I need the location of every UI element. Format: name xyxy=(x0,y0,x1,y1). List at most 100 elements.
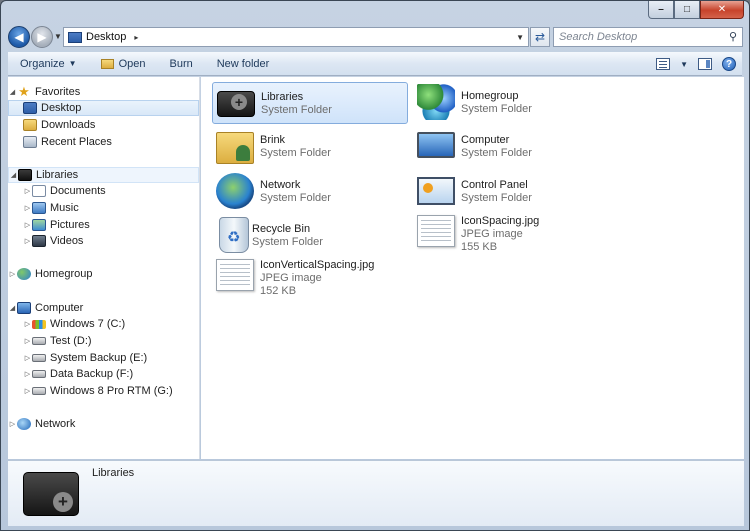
item-libraries[interactable]: Libraries System Folder xyxy=(212,82,408,124)
computer-icon xyxy=(17,302,31,314)
item-name: Recycle Bin xyxy=(252,223,311,235)
nav-computer-label: Computer xyxy=(35,302,84,314)
favorites-star-icon: ★ xyxy=(18,84,30,99)
search-input[interactable]: Search Desktop ⚲ xyxy=(553,27,743,47)
nav-item-drive-c[interactable]: ▷ Windows 7 (C:) xyxy=(8,316,199,332)
collapse-arrow-icon[interactable]: ▷ xyxy=(23,370,32,378)
address-dropdown-icon[interactable]: ▼ xyxy=(516,33,524,42)
item-name: Control Panel xyxy=(461,179,528,191)
view-options-caret-icon[interactable]: ▼ xyxy=(680,60,688,69)
forward-button[interactable]: ▶ xyxy=(31,26,53,48)
collapse-arrow-icon[interactable]: ▷ xyxy=(23,354,32,362)
item-homegroup[interactable]: Homegroup System Folder xyxy=(413,82,609,124)
nav-item-music[interactable]: ▷ Music xyxy=(8,200,199,216)
preview-pane-icon[interactable] xyxy=(698,58,712,70)
item-name: IconSpacing.jpg xyxy=(461,215,540,227)
nav-item-label: System Backup (E:) xyxy=(50,352,148,364)
libraries-icon xyxy=(18,169,32,181)
jpeg-thumbnail-icon xyxy=(417,215,455,247)
expand-arrow-icon[interactable]: ◢ xyxy=(8,88,17,96)
address-bar[interactable]: Desktop ▸ ▼ xyxy=(63,27,529,47)
desktop-icon xyxy=(23,102,37,114)
explorer-window: – □ ✕ ◀ ▶ ▼ Desktop ▸ ▼ ⇄ Search Desktop… xyxy=(0,0,750,531)
collapse-arrow-icon[interactable]: ▷ xyxy=(23,187,32,195)
maximize-button[interactable]: □ xyxy=(674,1,700,19)
nav-libraries[interactable]: ◢ Libraries xyxy=(8,167,199,183)
nav-item-desktop[interactable]: Desktop xyxy=(8,100,199,116)
back-button[interactable]: ◀ xyxy=(8,26,30,48)
item-computer[interactable]: Computer System Folder xyxy=(413,126,609,168)
collapse-arrow-icon[interactable]: ▷ xyxy=(23,221,32,229)
navigation-pane: ◢ ★ Favorites Desktop Downloads Recent P… xyxy=(8,77,200,459)
title-bar: – □ ✕ xyxy=(1,1,749,23)
new-folder-label: New folder xyxy=(216,57,270,70)
collapse-arrow-icon[interactable]: ▷ xyxy=(23,237,32,245)
organize-button[interactable]: Organize ▼ xyxy=(8,52,89,75)
new-folder-button[interactable]: New folder xyxy=(205,52,282,75)
search-placeholder: Search Desktop xyxy=(559,31,638,43)
windows-drive-icon xyxy=(32,319,46,329)
collapse-arrow-icon[interactable]: ▷ xyxy=(23,387,32,395)
hard-drive-icon xyxy=(32,370,46,378)
item-name: IconVerticalSpacing.jpg xyxy=(260,259,375,271)
nav-item-recent-places[interactable]: Recent Places xyxy=(8,134,199,150)
nav-item-drive-f[interactable]: ▷ Data Backup (F:) xyxy=(8,366,199,382)
refresh-button[interactable]: ⇄ xyxy=(530,27,550,47)
nav-item-drive-e[interactable]: ▷ System Backup (E:) xyxy=(8,350,199,366)
close-button[interactable]: ✕ xyxy=(700,1,744,19)
nav-homegroup-label: Homegroup xyxy=(35,268,93,280)
minimize-button[interactable]: – xyxy=(648,1,674,19)
burn-button[interactable]: Burn xyxy=(157,52,204,75)
nav-item-pictures[interactable]: ▷ Pictures xyxy=(8,217,199,233)
item-iconspacing-jpg[interactable]: IconSpacing.jpg JPEG image 155 KB xyxy=(413,211,609,259)
homegroup-icon xyxy=(17,268,31,280)
nav-item-label: Windows 7 (C:) xyxy=(50,318,126,330)
music-icon xyxy=(32,202,46,214)
nav-item-label: Test (D:) xyxy=(50,335,92,347)
breadcrumb-desktop[interactable]: Desktop xyxy=(86,31,126,43)
nav-item-documents[interactable]: ▷ Documents xyxy=(8,183,199,199)
item-iconverticalspacing-jpg[interactable]: IconVerticalSpacing.jpg JPEG image 152 K… xyxy=(212,255,408,303)
nav-item-downloads[interactable]: Downloads xyxy=(8,117,199,133)
item-size: 152 KB xyxy=(260,285,297,297)
nav-network[interactable]: ▷ Network xyxy=(8,416,199,432)
expand-arrow-icon[interactable]: ◢ xyxy=(9,171,18,179)
nav-favorites[interactable]: ◢ ★ Favorites xyxy=(8,84,199,100)
collapse-arrow-icon[interactable]: ▷ xyxy=(8,270,17,278)
item-control-panel[interactable]: Control Panel System Folder xyxy=(413,171,609,213)
videos-icon xyxy=(32,235,46,247)
item-name: Brink xyxy=(260,134,286,146)
nav-computer[interactable]: ◢ Computer xyxy=(8,300,199,316)
open-icon xyxy=(100,58,114,69)
toolbar-right-group: ▼ ? xyxy=(656,52,736,76)
breadcrumb-chevron-icon[interactable]: ▸ xyxy=(134,33,138,42)
details-item-name: Libraries xyxy=(92,467,135,479)
expand-arrow-icon[interactable]: ◢ xyxy=(8,304,17,312)
item-type: System Folder xyxy=(461,147,532,159)
nav-item-drive-g[interactable]: ▷ Windows 8 Pro RTM (G:) xyxy=(8,383,199,399)
nav-item-drive-d[interactable]: ▷ Test (D:) xyxy=(8,333,199,349)
item-network[interactable]: Network System Folder xyxy=(212,171,408,213)
search-icon[interactable]: ⚲ xyxy=(729,30,737,43)
open-button[interactable]: Open xyxy=(89,52,158,75)
desktop-folder-icon xyxy=(68,31,82,43)
collapse-arrow-icon[interactable]: ▷ xyxy=(8,420,17,428)
item-recycle-bin[interactable]: Recycle Bin System Folder xyxy=(212,215,408,257)
nav-item-label: Recent Places xyxy=(41,136,112,148)
pictures-icon xyxy=(32,219,46,231)
item-name: Network xyxy=(260,179,301,191)
item-type: System Folder xyxy=(252,236,323,248)
nav-homegroup[interactable]: ▷ Homegroup xyxy=(8,266,199,282)
collapse-arrow-icon[interactable]: ▷ xyxy=(23,337,32,345)
help-icon[interactable]: ? xyxy=(722,57,736,71)
change-view-icon[interactable] xyxy=(656,58,671,70)
item-type: System Folder xyxy=(461,103,532,115)
nav-item-label: Data Backup (F:) xyxy=(50,368,134,380)
nav-item-label: Downloads xyxy=(41,119,96,131)
organize-caret-icon: ▼ xyxy=(68,59,77,68)
recent-pages-dropdown-icon[interactable]: ▼ xyxy=(54,32,62,41)
collapse-arrow-icon[interactable]: ▷ xyxy=(23,320,32,328)
collapse-arrow-icon[interactable]: ▷ xyxy=(23,204,32,212)
nav-item-videos[interactable]: ▷ Videos xyxy=(8,233,199,249)
item-brink[interactable]: Brink System Folder xyxy=(212,126,408,168)
